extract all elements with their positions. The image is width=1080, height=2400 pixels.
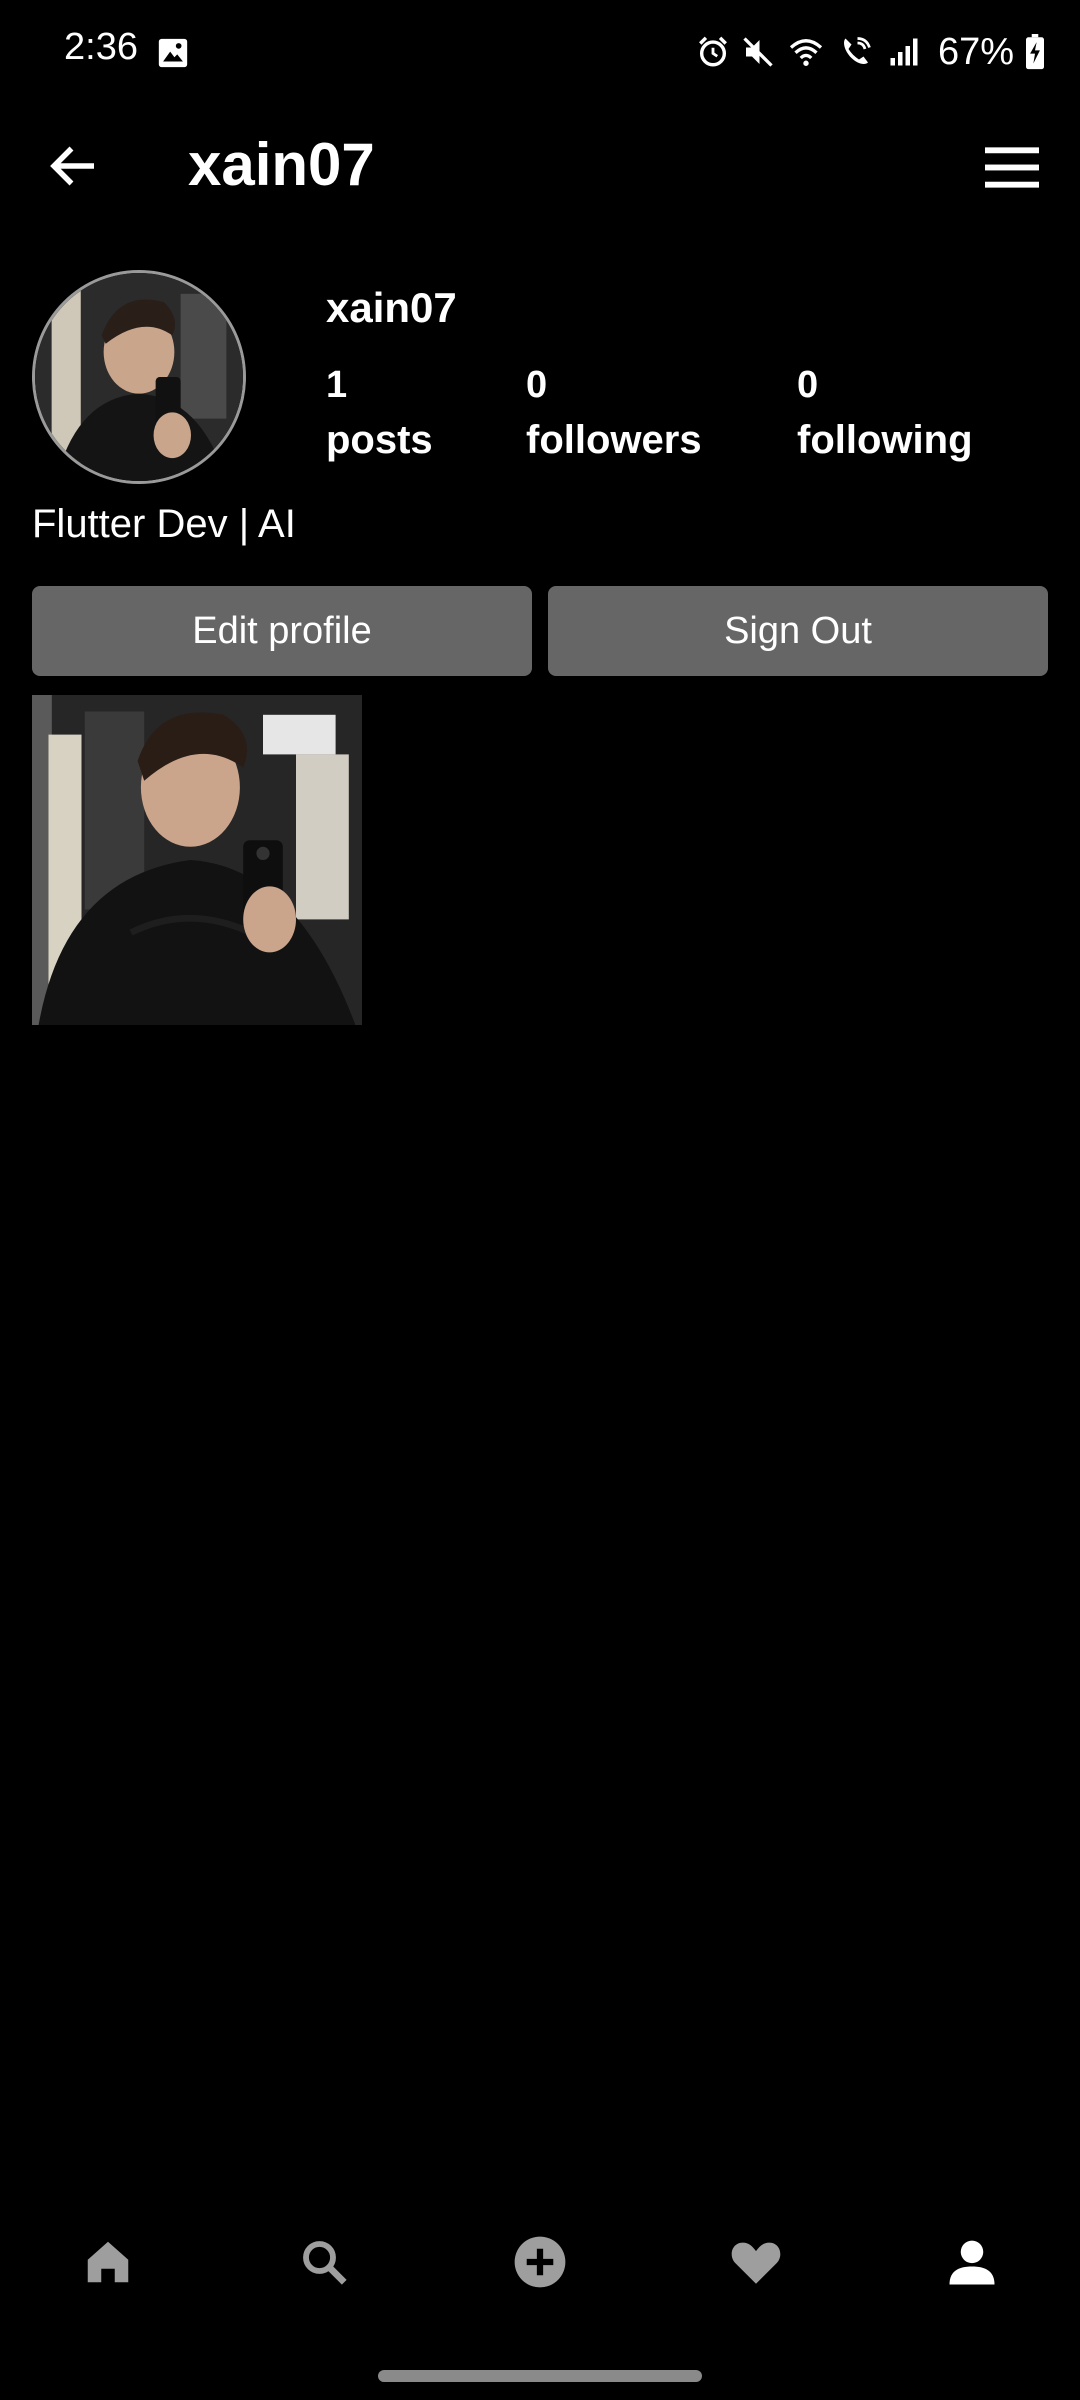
nav-activity[interactable] (724, 2230, 788, 2294)
nav-home[interactable] (76, 2230, 140, 2294)
stat-following[interactable]: 0 following (797, 360, 973, 470)
hamburger-menu-icon[interactable] (982, 140, 1042, 194)
heart-icon (731, 2242, 781, 2284)
stat-followers-count: 0 (526, 364, 548, 406)
wifi-icon (789, 39, 823, 66)
profile-icon (949, 2240, 995, 2285)
nav-profile[interactable] (940, 2230, 1004, 2294)
profile-username: xain07 (326, 284, 457, 331)
home-indicator[interactable] (378, 2370, 702, 2382)
stat-posts-label: posts (326, 418, 433, 462)
add-icon (514, 2236, 566, 2288)
stat-following-label: following (797, 418, 973, 462)
bottom-nav (0, 2210, 1080, 2310)
wifi-call-icon (843, 37, 871, 64)
page-title: xain07 (188, 131, 375, 198)
stat-followers-label: followers (526, 418, 702, 462)
stat-posts[interactable]: 1 posts (326, 360, 433, 470)
signal-icon (890, 38, 918, 66)
status-bar: 2:36 67% (0, 0, 1080, 104)
profile-bio: Flutter Dev | AI (32, 502, 296, 546)
battery-charging-icon (1026, 34, 1044, 70)
status-icons: 67% (696, 28, 1046, 76)
alarm-icon (698, 36, 727, 67)
nav-add[interactable] (508, 2230, 572, 2294)
stat-following-count: 0 (797, 364, 819, 406)
nav-search[interactable] (292, 2230, 356, 2294)
photo-icon (158, 38, 188, 68)
status-time: 2:36 (64, 26, 138, 68)
app-bar: xain07 (0, 110, 1080, 220)
battery-percentage: 67% (937, 30, 1014, 73)
search-icon (303, 2241, 347, 2285)
sign-out-button[interactable]: Sign Out (548, 586, 1048, 676)
post-thumbnail[interactable] (32, 695, 362, 1025)
stat-posts-count: 1 (326, 364, 348, 406)
edit-profile-button[interactable]: Edit profile (32, 586, 532, 676)
stat-followers[interactable]: 0 followers (526, 360, 702, 470)
avatar[interactable] (32, 270, 246, 484)
mute-icon (743, 37, 773, 67)
home-icon (87, 2241, 129, 2283)
arrow-back-icon[interactable] (44, 136, 104, 196)
